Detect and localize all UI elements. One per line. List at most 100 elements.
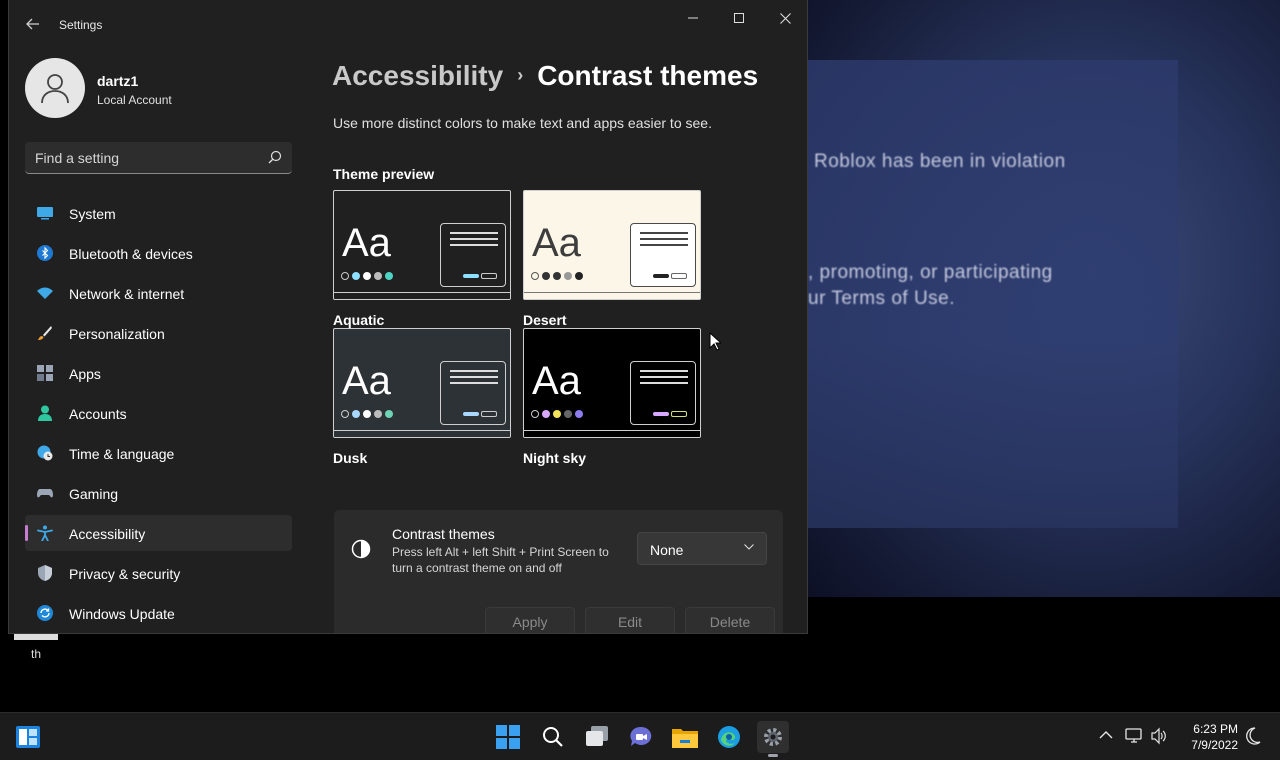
task-view-icon <box>586 726 608 746</box>
theme-name-desert: Desert <box>523 312 567 328</box>
page-title: Contrast themes <box>537 60 759 91</box>
theme-sample-text: Aa <box>532 221 581 265</box>
edit-button[interactable]: Edit <box>585 607 675 633</box>
sidebar-item-label: Accounts <box>69 406 127 422</box>
apply-button[interactable]: Apply <box>485 607 575 633</box>
chat-icon <box>630 726 652 746</box>
theme-name-night-sky: Night sky <box>523 450 587 466</box>
desktop-shortcut[interactable]: th <box>14 632 58 672</box>
setting-description: Press left Alt + left Shift + Print Scre… <box>392 545 609 575</box>
moon-icon <box>1246 727 1261 745</box>
theme-window-preview <box>440 223 506 287</box>
sidebar-item-windows-update[interactable]: Windows Update <box>25 595 292 631</box>
apps-icon <box>37 365 53 381</box>
sidebar-item-apps[interactable]: Apps <box>25 355 292 391</box>
bluetooth-icon <box>37 245 53 261</box>
start-button[interactable] <box>492 721 524 753</box>
sidebar-item-label: Gaming <box>69 486 119 502</box>
sidebar-item-time-language[interactable]: Time & language <box>25 435 292 471</box>
update-icon <box>37 605 53 621</box>
close-icon <box>779 12 791 24</box>
breadcrumb-parent[interactable]: Accessibility <box>332 60 503 91</box>
volume-control[interactable] <box>1150 727 1168 750</box>
network-icon <box>1125 728 1142 743</box>
theme-color-dots <box>341 410 393 418</box>
search-button[interactable] <box>537 721 569 753</box>
show-hidden-icons-button[interactable] <box>1099 727 1113 745</box>
contrast-theme-dropdown[interactable]: None <box>637 532 767 565</box>
accounts-icon <box>38 405 52 421</box>
windows-logo-icon <box>496 725 520 749</box>
theme-window-preview <box>630 361 696 425</box>
sidebar-item-privacy[interactable]: Privacy & security <box>25 555 292 591</box>
theme-card-aquatic[interactable]: Aa <box>333 190 511 300</box>
maximize-button[interactable] <box>716 6 762 30</box>
setting-title: Contrast themes <box>392 526 495 542</box>
theme-card-dusk[interactable]: Aa <box>333 328 511 438</box>
dropdown-value: None <box>650 542 684 558</box>
close-button[interactable] <box>762 6 807 30</box>
edge-button[interactable] <box>713 721 745 753</box>
theme-color-dots <box>531 410 583 418</box>
user-name: dartz1 <box>97 73 139 89</box>
sidebar-item-gaming[interactable]: Gaming <box>25 475 292 511</box>
system-clock[interactable]: 6:23 PM 7/9/2022 <box>1172 721 1238 753</box>
gamepad-icon <box>37 489 53 498</box>
video-text-line1: Roblox has been in violation <box>814 151 1066 172</box>
sidebar-item-accessibility[interactable]: Accessibility <box>25 515 292 551</box>
sidebar-item-label: Bluetooth & devices <box>69 246 193 262</box>
search-input[interactable] <box>35 148 255 168</box>
clock-time: 6:23 PM <box>1193 722 1238 736</box>
sidebar-item-label: Accessibility <box>69 526 146 542</box>
page-description: Use more distinct colors to make text an… <box>333 115 712 131</box>
gear-icon <box>764 728 782 746</box>
sidebar-item-accounts[interactable]: Accounts <box>25 395 292 431</box>
avatar <box>25 58 85 118</box>
theme-color-dots <box>531 272 583 280</box>
search-box[interactable] <box>25 142 292 174</box>
theme-color-dots <box>341 272 393 280</box>
arrow-left-icon <box>26 18 39 30</box>
contrast-themes-setting: Contrast themes Press left Alt + left Sh… <box>334 510 783 633</box>
sidebar-item-label: Privacy & security <box>69 566 181 582</box>
sidebar-item-label: Network & internet <box>69 286 185 302</box>
network-status[interactable] <box>1125 727 1143 750</box>
theme-card-desert[interactable]: Aa <box>523 190 701 300</box>
settings-taskbar-button[interactable] <box>757 721 789 757</box>
shield-icon <box>38 565 52 581</box>
sidebar-item-personalization[interactable]: Personalization <box>25 315 292 351</box>
background-video: Roblox has been in violation , promoting… <box>808 0 1280 597</box>
theme-preview-title: Theme preview <box>333 166 435 182</box>
theme-sample-text: Aa <box>342 359 391 403</box>
focus-assist-button[interactable] <box>1245 727 1261 750</box>
sidebar-item-system[interactable]: System <box>25 195 292 231</box>
file-explorer-button[interactable] <box>669 721 701 753</box>
sidebar-item-label: Time & language <box>69 446 175 462</box>
back-button[interactable] <box>21 12 45 36</box>
sidebar-item-bluetooth[interactable]: Bluetooth & devices <box>25 235 292 271</box>
minimize-icon <box>688 17 698 19</box>
video-text-line3: ur Terms of Use. <box>808 288 956 309</box>
sidebar-nav: System Bluetooth & devices Network & int… <box>25 195 292 633</box>
task-view-button[interactable] <box>581 721 613 753</box>
system-icon <box>37 207 53 220</box>
minimize-button[interactable] <box>670 6 716 30</box>
app-title: Settings <box>59 18 103 32</box>
search-icon[interactable] <box>268 150 282 164</box>
theme-card-night-sky[interactable]: Aa <box>523 328 701 438</box>
account-type: Local Account <box>97 93 172 107</box>
delete-button[interactable]: Delete <box>685 607 775 633</box>
chat-button[interactable] <box>625 721 657 753</box>
title-bar[interactable]: Settings <box>9 0 807 50</box>
theme-sample-text: Aa <box>532 359 581 403</box>
sidebar-item-label: Apps <box>69 366 101 382</box>
theme-window-preview <box>440 361 506 425</box>
breadcrumb: Accessibility › Contrast themes <box>332 60 758 92</box>
taskbar: 6:23 PM 7/9/2022 <box>0 712 1280 760</box>
mouse-cursor-icon <box>709 332 721 351</box>
sidebar-item-network[interactable]: Network & internet <box>25 275 292 311</box>
widgets-button[interactable] <box>12 721 44 753</box>
folder-icon <box>672 729 698 748</box>
user-icon <box>41 74 69 104</box>
theme-window-preview <box>630 223 696 287</box>
